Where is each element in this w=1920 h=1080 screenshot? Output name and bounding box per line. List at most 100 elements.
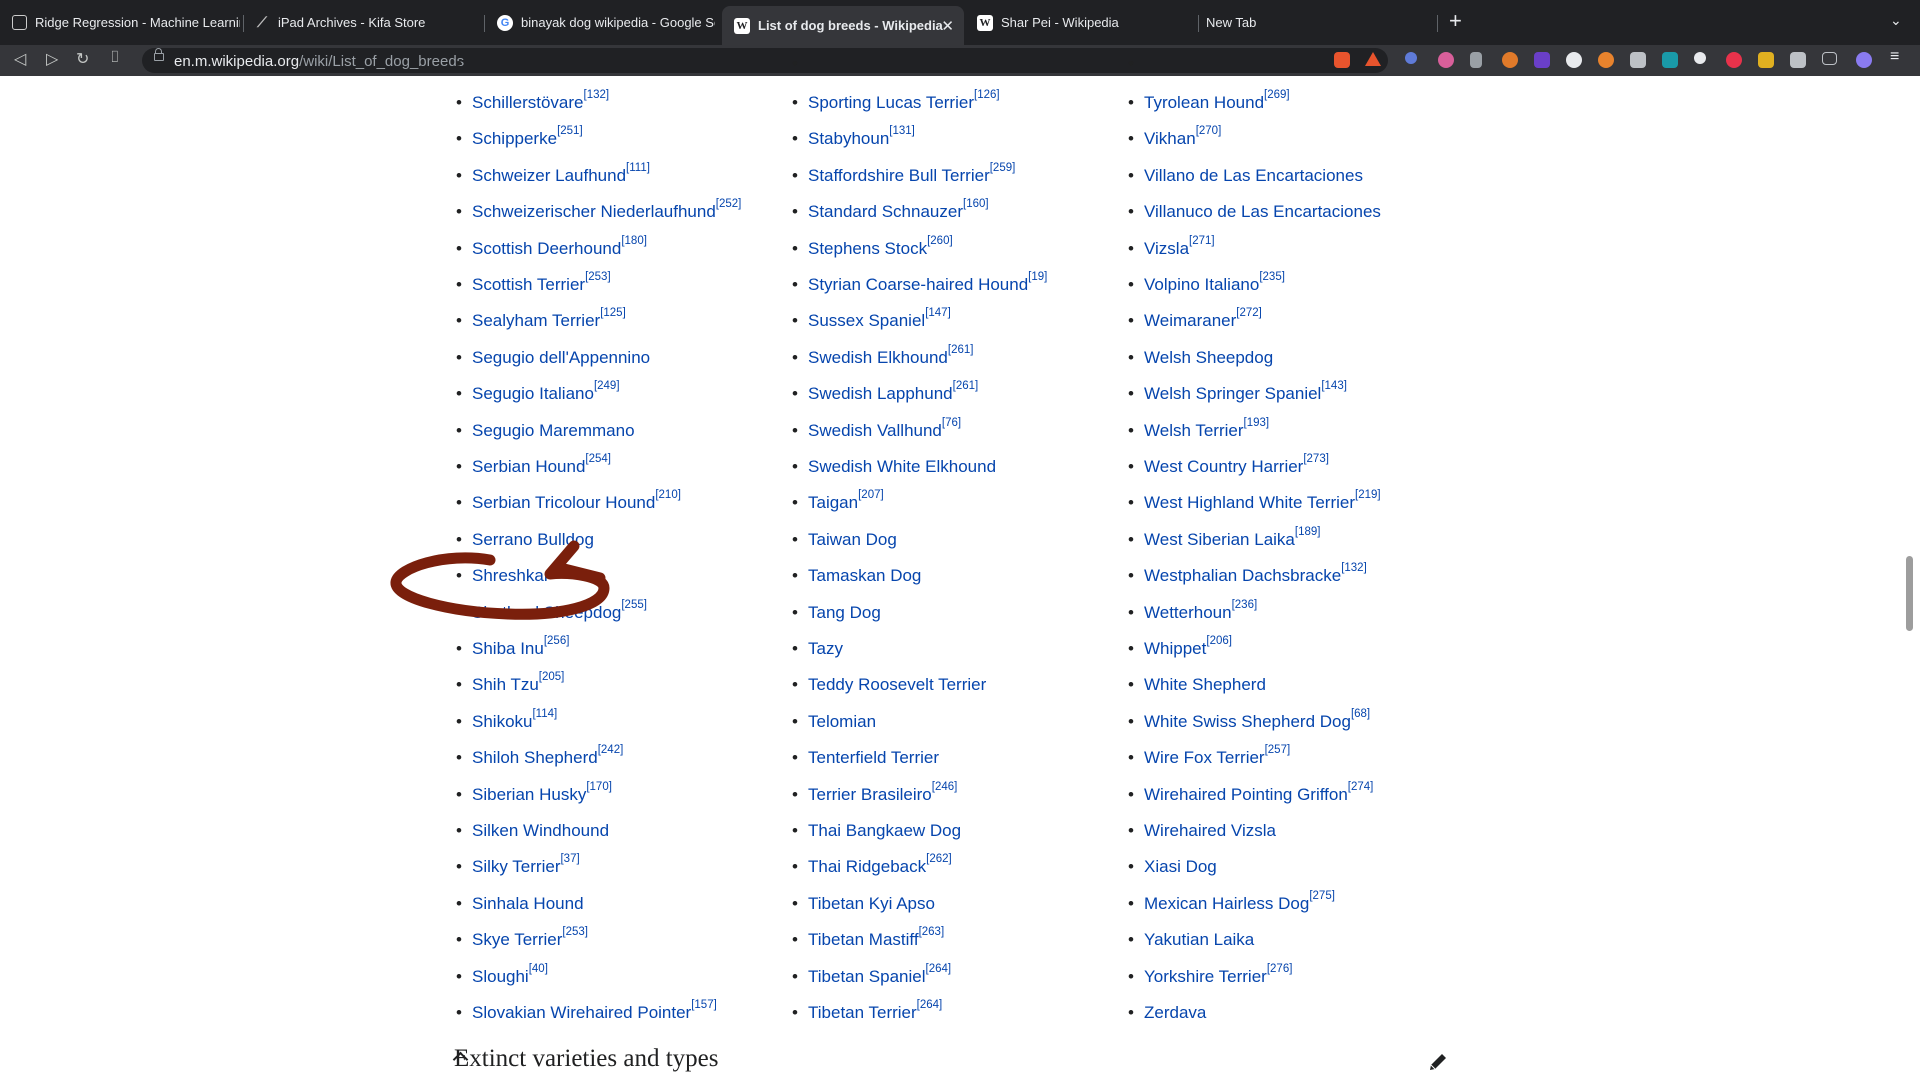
breed-list-item[interactable]: • Tibetan Mastiff[263] — [792, 926, 944, 950]
extensions-puzzle-icon[interactable] — [1790, 52, 1806, 68]
breed-link[interactable]: Tazy — [808, 639, 843, 658]
breed-list-item[interactable]: • Styrian Coarse-haired Hound[19] — [792, 271, 1047, 295]
reference-link[interactable]: [249] — [594, 380, 620, 392]
breed-list-item[interactable]: • Swedish Lapphund[261] — [792, 380, 978, 404]
breed-link[interactable]: Xiasi Dog — [1144, 857, 1217, 876]
breed-list-item[interactable]: • Westphalian Dachsbracke[132] — [1128, 562, 1367, 586]
reference-link[interactable]: [263] — [919, 926, 945, 938]
breed-link[interactable]: Whippet — [1144, 639, 1206, 658]
new-tab-button[interactable]: + — [1449, 8, 1462, 34]
breed-list-item[interactable]: • Silky Terrier[37] — [456, 853, 580, 877]
reference-link[interactable]: [210] — [655, 489, 681, 501]
breed-link[interactable]: Styrian Coarse-haired Hound — [808, 275, 1028, 294]
breed-list-item[interactable]: • Volpino Italiano[235] — [1128, 271, 1285, 295]
breed-list-item[interactable]: • Schweizerischer Niederlaufhund[252] — [456, 198, 741, 222]
breed-list-item[interactable]: • Tibetan Kyi Apso — [792, 894, 935, 914]
breed-list-item[interactable]: • Thai Ridgeback[262] — [792, 853, 952, 877]
breed-list-item[interactable]: • White Shepherd — [1128, 675, 1266, 695]
reference-link[interactable]: [261] — [948, 344, 974, 356]
reference-link[interactable]: [180] — [621, 235, 647, 247]
breed-link[interactable]: Tibetan Mastiff — [808, 930, 919, 949]
breed-list-item[interactable]: • Whippet[206] — [1128, 635, 1232, 659]
page-scrollbar[interactable] — [1906, 556, 1913, 631]
breed-link[interactable]: Wirehaired Pointing Griffon — [1144, 785, 1348, 804]
breed-link[interactable]: Tamaskan Dog — [808, 566, 921, 585]
breed-link[interactable]: Shiloh Shepherd — [472, 748, 598, 767]
reference-link[interactable]: [271] — [1189, 235, 1215, 247]
breed-list-item[interactable]: • Schweizer Laufhund[111] — [456, 162, 650, 186]
reload-icon[interactable]: ↻ — [76, 49, 89, 69]
breed-link[interactable]: Swedish Lapphund — [808, 384, 953, 403]
breed-list-item[interactable]: • Stephens Stock[260] — [792, 235, 953, 259]
breed-link[interactable]: Tyrolean Hound — [1144, 93, 1264, 112]
breed-link[interactable]: Sussex Spaniel — [808, 311, 925, 330]
breed-link[interactable]: Wirehaired Vizsla — [1144, 821, 1276, 840]
reference-link[interactable]: [131] — [889, 125, 915, 137]
breed-list-item[interactable]: • Wirehaired Vizsla — [1128, 821, 1276, 841]
breed-link[interactable]: Telomian — [808, 712, 876, 731]
breed-list-item[interactable]: • White Swiss Shepherd Dog[68] — [1128, 708, 1370, 732]
tab-shar-pei[interactable]: W Shar Pei - Wikipedia — [965, 7, 1195, 38]
reference-link[interactable]: [270] — [1196, 125, 1222, 137]
breed-link[interactable]: Sporting Lucas Terrier — [808, 93, 974, 112]
breed-list-item[interactable]: • Scottish Deerhound[180] — [456, 235, 647, 259]
brave-shield-icon[interactable] — [1334, 52, 1350, 68]
breed-list-item[interactable]: • Shikoku[114] — [456, 708, 557, 732]
breed-list-item[interactable]: • Segugio Italiano[249] — [456, 380, 620, 404]
address-bar[interactable]: en.m.wikipedia.org/wiki/List_of_dog_bree… — [142, 48, 1388, 73]
extension-react-icon[interactable] — [1694, 52, 1706, 64]
breed-link[interactable]: Siberian Husky — [472, 785, 586, 804]
reference-link[interactable]: [264] — [917, 999, 943, 1011]
reference-link[interactable]: [262] — [926, 853, 952, 865]
breed-link[interactable]: Sealyham Terrier — [472, 311, 600, 330]
breed-list-item[interactable]: • Mexican Hairless Dog[275] — [1128, 890, 1335, 914]
breed-link[interactable]: Welsh Sheepdog — [1144, 348, 1273, 367]
breed-list-item[interactable]: • Siberian Husky[170] — [456, 781, 612, 805]
extension-yellow-icon[interactable] — [1758, 52, 1774, 68]
breed-list-item[interactable]: • Tyrolean Hound[269] — [1128, 89, 1290, 113]
breed-list-item[interactable]: • Tibetan Terrier[264] — [792, 999, 942, 1023]
reference-link[interactable]: [273] — [1303, 453, 1329, 465]
breed-list-item[interactable]: • Taiwan Dog — [792, 530, 897, 550]
breed-list-item[interactable]: • Sinhala Hound — [456, 894, 584, 914]
breed-list-item[interactable]: • Villano de Las Encartaciones — [1128, 166, 1363, 186]
breed-link[interactable]: Weimaraner — [1144, 311, 1236, 330]
url-text[interactable]: en.m.wikipedia.org/wiki/List_of_dog_bree… — [174, 53, 464, 70]
breed-list-item[interactable]: • Shih Tzu[205] — [456, 671, 564, 695]
breed-link[interactable]: Serbian Hound — [472, 457, 585, 476]
breed-link[interactable]: Shiba Inu — [472, 639, 544, 658]
section-heading[interactable]: Extinct varieties and types — [454, 1045, 719, 1073]
breed-list-item[interactable]: • Teddy Roosevelt Terrier — [792, 675, 986, 695]
breed-link[interactable]: White Shepherd — [1144, 675, 1266, 694]
breed-list-item[interactable]: • West Country Harrier[273] — [1128, 453, 1329, 477]
breed-list-item[interactable]: • Schipperke[251] — [456, 125, 583, 149]
breed-list-item[interactable]: • Standard Schnauzer[160] — [792, 198, 989, 222]
forward-icon[interactable]: ▷ — [46, 49, 58, 69]
reference-link[interactable]: [235] — [1259, 271, 1285, 283]
breed-list-item[interactable]: • Welsh Springer Spaniel[143] — [1128, 380, 1347, 404]
menu-icon[interactable]: ≡ — [1890, 48, 1899, 66]
reference-link[interactable]: [132] — [584, 89, 610, 101]
breed-link[interactable]: Welsh Terrier — [1144, 421, 1244, 440]
breed-list-item[interactable]: • Villanuco de Las Encartaciones — [1128, 202, 1381, 222]
breed-list-item[interactable]: • Wirehaired Pointing Griffon[274] — [1128, 781, 1373, 805]
breed-list-item[interactable]: • Xiasi Dog — [1128, 857, 1217, 877]
breed-link[interactable]: Teddy Roosevelt Terrier — [808, 675, 986, 694]
breed-list-item[interactable]: • Sporting Lucas Terrier[126] — [792, 89, 1000, 113]
reference-link[interactable]: [206] — [1206, 635, 1232, 647]
extension-pin-icon[interactable] — [1470, 52, 1482, 68]
edit-pencil-icon[interactable] — [1427, 1051, 1449, 1073]
breed-link[interactable]: Thai Bangkaew Dog — [808, 821, 961, 840]
breed-list-item[interactable]: • Segugio dell'Appennino — [456, 348, 650, 368]
breed-list-item[interactable]: • Tibetan Spaniel[264] — [792, 963, 951, 987]
breed-list-item[interactable]: • West Highland White Terrier[219] — [1128, 489, 1381, 513]
breed-list-item[interactable]: • Thai Bangkaew Dog — [792, 821, 961, 841]
breed-link[interactable]: Swedish Elkhound — [808, 348, 948, 367]
reference-link[interactable]: [207] — [858, 489, 884, 501]
bookmark-icon[interactable]: ⌷ — [110, 49, 120, 67]
breed-list-item[interactable]: • Vizsla[271] — [1128, 235, 1215, 259]
extension-badge-icon[interactable] — [1534, 52, 1550, 68]
breed-link[interactable]: Schipperke — [472, 129, 557, 148]
breed-list-item[interactable]: • Wetterhoun[236] — [1128, 599, 1257, 623]
breed-list-item[interactable]: • Swedish White Elkhound — [792, 457, 996, 477]
